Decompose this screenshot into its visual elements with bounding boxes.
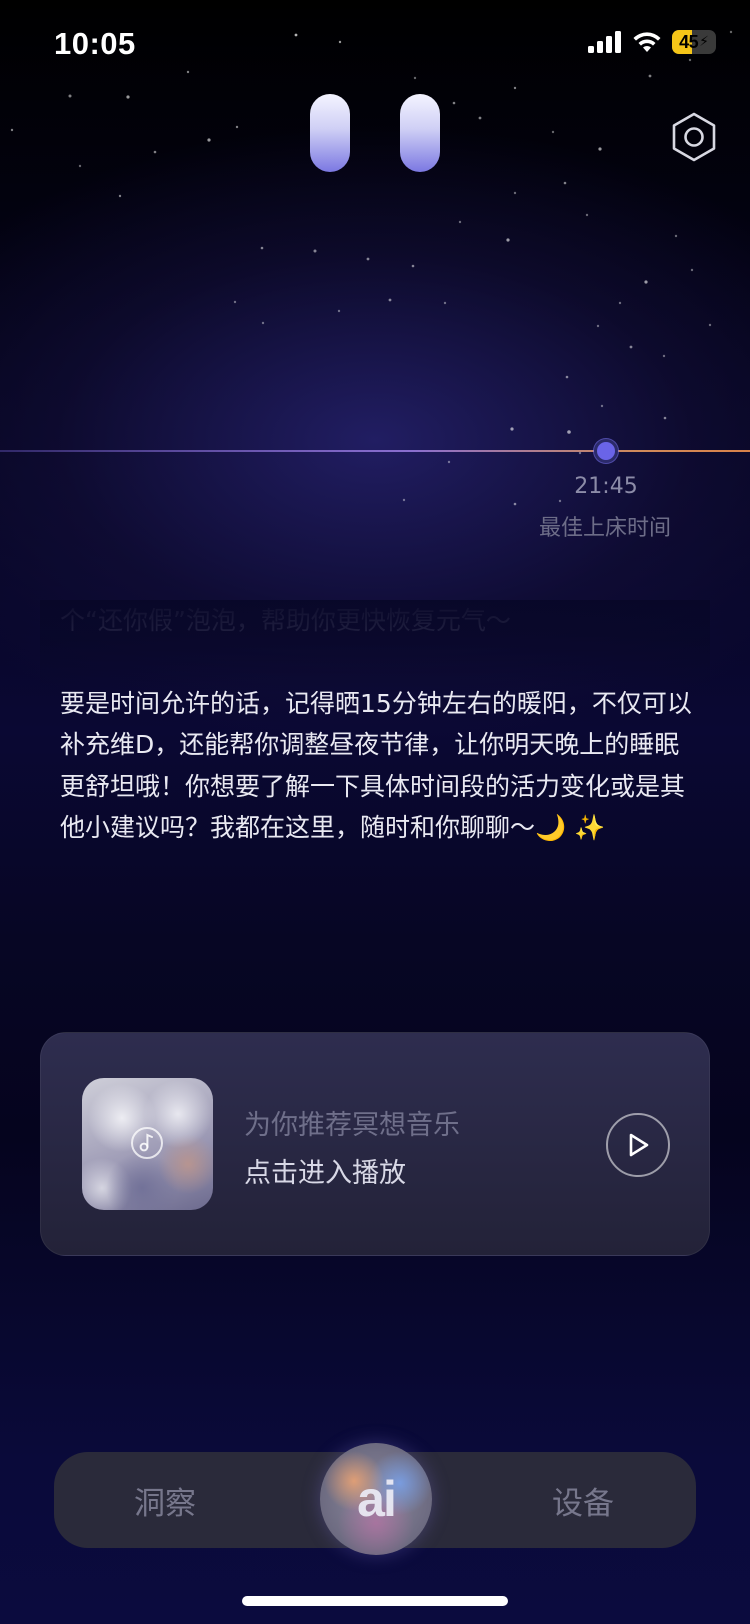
charging-bolt-icon: ⚡ — [699, 34, 709, 50]
assistant-message: 个“还你假”泡泡，帮助你更快恢复元气～ 要是时间允许的话，记得晒15分钟左右的暖… — [40, 600, 710, 930]
sleep-assistant-screen: 10:05 45 ⚡ 21:45 最佳上床时间 个“还你假”泡泡，帮助你更快恢复… — [0, 0, 750, 1624]
music-card-subtitle: 点击进入播放 — [244, 1158, 406, 1189]
message-previous-line: 个“还你假”泡泡，帮助你更快恢复元气～ — [60, 606, 511, 635]
ai-assistant-button[interactable]: ai — [320, 1443, 432, 1555]
play-button[interactable] — [606, 1113, 670, 1177]
sleep-timeline — [0, 450, 750, 452]
status-icons: 45 ⚡ — [588, 30, 716, 54]
assistant-message-text: 个“还你假”泡泡，帮助你更快恢复元气～ 要是时间允许的话，记得晒15分钟左右的暖… — [60, 600, 700, 849]
bedtime-time: 21:45 — [574, 474, 638, 499]
hexagon-settings-icon — [672, 112, 716, 162]
mascot-right-eye — [400, 94, 440, 172]
message-body: 要是时间允许的话，记得晒15分钟左右的暖阳，不仅可以补充维D，还能帮你调整昼夜节… — [60, 688, 692, 843]
tab-device[interactable]: 设备 — [552, 1478, 614, 1523]
home-indicator[interactable] — [242, 1596, 508, 1606]
battery-level: 45 — [679, 31, 699, 52]
bedtime-label: 最佳上床时间 — [538, 516, 671, 541]
music-cover-image — [82, 1078, 213, 1210]
status-bar: 10:05 45 ⚡ — [0, 0, 750, 90]
wifi-icon — [633, 32, 661, 52]
music-card-title: 为你推荐冥想音乐 — [244, 1110, 460, 1141]
play-icon — [629, 1133, 649, 1157]
status-time: 10:05 — [54, 26, 136, 61]
ai-logo-icon: ai — [357, 1471, 397, 1527]
tab-insight[interactable]: 洞察 — [134, 1478, 196, 1523]
battery-charging-icon: 45 ⚡ — [672, 30, 716, 54]
cellular-signal-icon — [588, 31, 621, 53]
mascot-left-eye — [310, 94, 350, 172]
music-note-icon — [131, 1127, 163, 1159]
meditation-music-card[interactable]: 为你推荐冥想音乐 点击进入播放 — [40, 1032, 710, 1256]
settings-button[interactable] — [670, 112, 718, 162]
bedtime-marker[interactable] — [594, 439, 618, 463]
